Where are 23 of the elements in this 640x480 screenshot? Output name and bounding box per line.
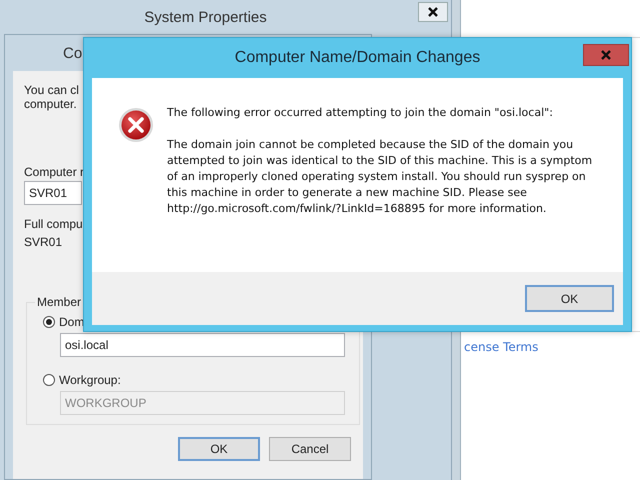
radio-label: Dom bbox=[59, 315, 84, 329]
close-button[interactable] bbox=[418, 2, 448, 22]
window-title: System Properties bbox=[144, 8, 267, 26]
dialog-title: Co bbox=[63, 44, 82, 62]
close-icon bbox=[601, 50, 611, 60]
radio-label: Workgroup: bbox=[59, 373, 121, 387]
cancel-button[interactable]: Cancel bbox=[269, 437, 351, 461]
ok-button[interactable]: OK bbox=[178, 437, 260, 461]
ok-button[interactable]: OK bbox=[525, 285, 614, 312]
intro-text: You can cl bbox=[24, 83, 79, 97]
group-label: Member bbox=[36, 295, 82, 309]
license-terms-link[interactable]: cense Terms bbox=[462, 340, 640, 354]
computer-name-field[interactable]: SVR01 bbox=[24, 181, 82, 205]
close-icon bbox=[428, 7, 438, 17]
error-icon bbox=[118, 107, 154, 143]
field-label: Full compu bbox=[24, 217, 83, 231]
intro-text: computer. bbox=[24, 97, 77, 111]
radio-button[interactable] bbox=[43, 316, 55, 328]
dialog-title: Computer Name/Domain Changes bbox=[234, 49, 480, 67]
text-field[interactable]: osi.local bbox=[60, 333, 345, 357]
error-heading: The following error occurred attempting to join the domain "osi.local": bbox=[167, 105, 554, 121]
error-message: The domain join cannot be completed because the SID of the domain you attempted to join was identical to the SID of this machine. This is a symptom of an improperly cloned operating system install. You should run sysprep on this machine in order to generate a new machine SID. Please see http://go.microsoft.com/fwlink/?LinkId=168895 for more information. bbox=[167, 137, 594, 217]
full-name-text: SVR01 bbox=[24, 235, 62, 249]
